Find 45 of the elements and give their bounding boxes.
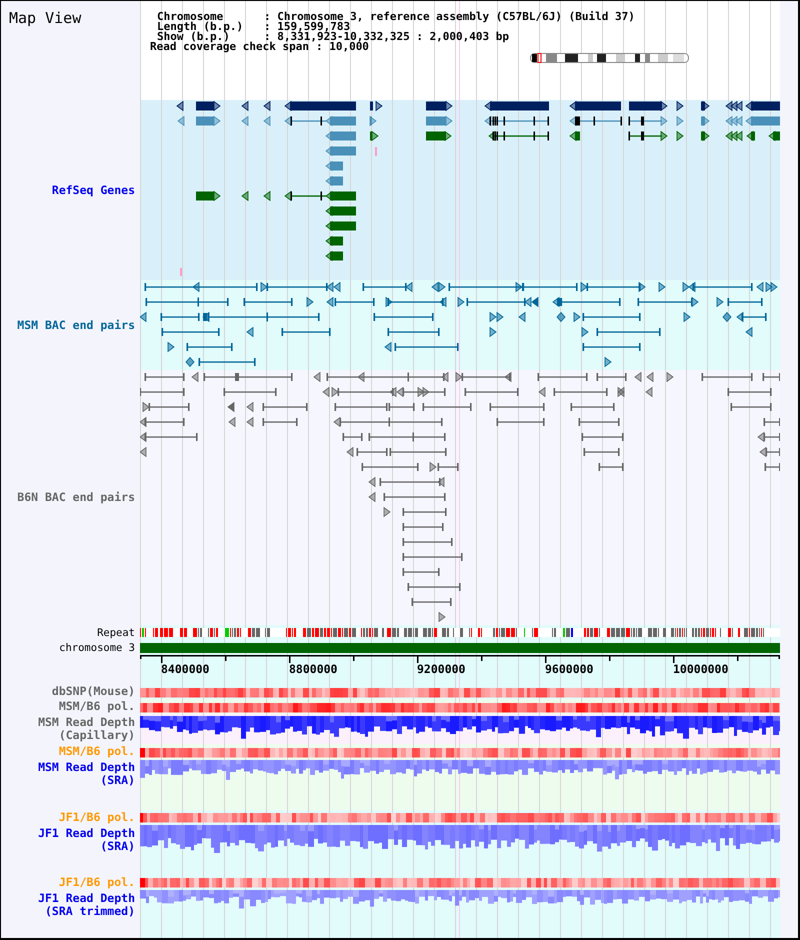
axis-tick-label: 8800000 [289, 662, 338, 676]
info-label: Length (b.p.) [157, 22, 244, 32]
gene-row-drawing [325, 146, 377, 156]
info-label: Chromosome [157, 12, 224, 22]
axis-tick-label: 10000000 [673, 662, 728, 676]
gene-row-drawing [325, 176, 343, 186]
gene-row-drawing [325, 250, 343, 262]
track-label: JF1 Read Depth (SRA) [38, 827, 135, 853]
track-label: JF1 Read Depth (SRA trimmed) [38, 892, 135, 918]
bac-pair-row-drawing [384, 506, 447, 518]
track-label: MSM BAC end pairs [17, 318, 135, 332]
track-label: JF1/B6 pol. [58, 876, 135, 889]
info-value: : 159,599,783 [264, 22, 350, 32]
axis-tick-label: 9200000 [417, 662, 466, 676]
position-tick-icon [180, 268, 182, 276]
info-value: : 8,331,923-10,332,325 : 2,000,403 bp [264, 32, 510, 42]
chromosome-ideogram-icon [530, 53, 690, 63]
track-label: MSM Read Depth (Capillary) [38, 716, 135, 742]
track-label: MSM/B6 pol. [58, 745, 135, 758]
gene-row-drawing [325, 236, 343, 246]
gene-row-drawing [325, 160, 343, 172]
axis-tick-label: 9600000 [545, 662, 594, 676]
track-label: RefSeq Genes [52, 184, 135, 196]
bac-pair-row-drawing [402, 538, 453, 546]
bac-pair-row-drawing [402, 568, 440, 576]
bac-pair-row-drawing [438, 612, 446, 622]
info-value: : 10,000 [316, 42, 369, 52]
axis-tick-label: 8400000 [161, 662, 210, 676]
info-value: : Chromosome 3, reference assembly (C57BL/6J) (Build 37) [264, 12, 636, 22]
bac-pair-row-drawing [402, 553, 463, 561]
map-view-title: Map View [9, 9, 82, 27]
bac-pair-row-drawing [412, 598, 452, 606]
bac-pair-row-drawing [402, 523, 444, 531]
info-label: Show (b.p.) [157, 32, 230, 42]
track-label: JF1/B6 pol. [58, 811, 135, 824]
track-label: B6N BAC end pairs [17, 491, 135, 504]
track-label: MSM Read Depth (SRA) [38, 761, 135, 787]
gene-row-drawing [325, 206, 356, 216]
info-label: Read coverage check span [150, 42, 309, 52]
track-label: MSM/B6 pol. [58, 700, 135, 713]
track-label: Repeat [97, 626, 135, 638]
gene-row-drawing [325, 220, 356, 232]
bac-pair-row-drawing [408, 583, 461, 591]
track-label: chromosome 3 [59, 642, 135, 654]
track-label: dbSNP(Mouse) [52, 685, 135, 698]
